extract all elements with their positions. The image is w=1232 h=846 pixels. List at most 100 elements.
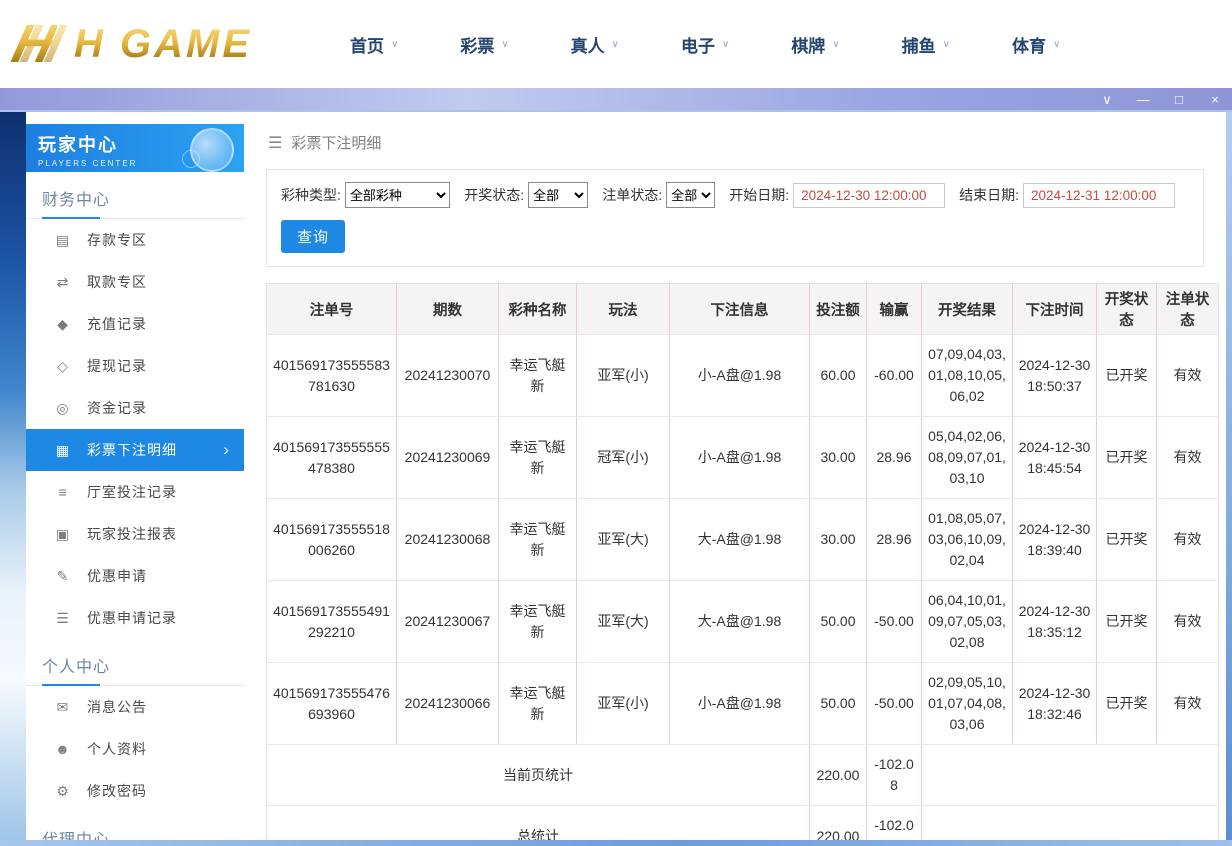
sidebar-item-promo-apply[interactable]: ✎优惠申请 [26,555,244,597]
sidebar-item-promo-apply-record[interactable]: ☰优惠申请记录 [26,597,244,639]
cell-bet-info: 小-A盘@1.98 [670,663,810,745]
order-status-select[interactable]: 全部 [666,182,715,208]
cell-draw-status: 已开奖 [1097,499,1157,581]
cell-draw-result: 01,08,05,07,03,06,10,09,02,04 [922,499,1013,581]
logo[interactable]: H H H GAME [14,17,306,71]
funds-record-icon: ◎ [54,400,72,417]
sidebar-item-label: 个人资料 [87,739,147,759]
main-nav: 首页∨彩票∨真人∨电子∨棋牌∨捕鱼∨体育∨ [350,32,1122,57]
chevron-right-icon: › [223,440,230,460]
player-bet-report-icon: ▣ [54,526,72,543]
end-date-input[interactable] [1023,183,1175,208]
summary-win-loss: -102.08 [867,745,922,806]
cell-draw-status: 已开奖 [1097,335,1157,417]
nav-item-board[interactable]: 棋牌 ∨ [791,32,839,57]
lottery-type-select[interactable]: 全部彩种 [345,182,450,208]
menu-toggle-icon[interactable]: ☰ [268,133,282,153]
section-title-finance: 财务中心 [26,172,244,219]
cell-lottery-name: 幸运飞艇新 [499,663,577,745]
col-header-bet-time: 下注时间 [1013,284,1097,335]
person-icon: ☻ [54,741,72,757]
sidebar-item-label: 彩票下注明细 [87,440,177,460]
cell-bet-time: 2024-12-30 18:35:12 [1013,581,1097,663]
gear-icon: ⚙ [54,783,72,800]
promo-apply-record-icon: ☰ [54,610,72,627]
cell-period: 20241230068 [397,499,499,581]
nav-item-sports[interactable]: 体育∨ [1012,32,1060,57]
cell-win-loss: 28.96 [867,499,922,581]
sidebar-item-label: 玩家投注报表 [87,524,177,544]
lottery-bet-detail-icon: ▦ [54,442,72,459]
cell-bet-info: 大-A盘@1.98 [670,499,810,581]
nav-item-label: 首页 [350,32,384,57]
col-header-draw-status: 开奖状态 [1097,284,1157,335]
start-date-input[interactable] [793,183,945,208]
chevron-down-icon: ∨ [612,39,619,50]
chevron-down-icon: ∨ [943,39,950,50]
cell-play: 亚军(小) [577,335,670,417]
sidebar-item-funds-record[interactable]: ◎ 资金记录 [26,387,244,429]
order-status-label: 注单状态: [602,185,662,205]
sidebar-item-label: 资金记录 [87,398,147,418]
cell-bet-amount: 60.00 [810,335,867,417]
cell-order-status: 有效 [1157,417,1219,499]
cell-draw-result: 07,09,04,03,01,08,10,05,06,02 [922,335,1013,417]
nav-item-electronic[interactable]: 电子∨ [681,32,729,57]
cell-draw-status: 已开奖 [1097,663,1157,745]
chevron-down-icon: ∨ [832,39,839,50]
sidebar-item-profile[interactable]: ☻ 个人资料 [26,728,244,770]
cell-draw-result: 05,04,02,06,08,09,07,01,03,10 [922,417,1013,499]
hall-bet-record-icon: ≡ [54,484,72,500]
sidebar-item-label: 取款专区 [87,272,147,292]
end-date-label: 结束日期: [959,185,1019,205]
nav-item-lottery[interactable]: 彩票∨ [460,32,508,57]
cell-bet-info: 小-A盘@1.98 [670,417,810,499]
sidebar-item-announcements[interactable]: ✉消息公告 [26,686,244,728]
window-bottom-border [0,840,1232,846]
cell-order-status: 有效 [1157,581,1219,663]
nav-item-home[interactable]: 首页 ∨ [350,32,398,57]
window-collapse-icon[interactable]: ∨ [1100,93,1114,106]
promo-apply-icon: ✎ [54,568,72,585]
nav-item-live[interactable]: 真人 ∨ [571,32,619,57]
summary-empty [922,745,1219,806]
sidebar-item-deposit[interactable]: ▤存款专区 [26,219,244,261]
window-minimize-icon[interactable]: — [1136,93,1150,106]
sidebar-item-recharge-record[interactable]: ◆充值记录 [26,303,244,345]
announcement-icon: ✉ [54,699,72,716]
summary-bet-amount: 220.00 [810,806,867,841]
chevron-down-icon: ∨ [501,39,508,50]
summary-label: 当前页统计 [267,745,810,806]
col-header-draw-result: 开奖结果 [922,284,1013,335]
nav-item-label: 棋牌 [791,32,825,57]
deposit-icon: ▤ [54,232,72,249]
sidebar-item-withdraw[interactable]: ⇄取款专区 [26,261,244,303]
nav-item-fishing[interactable]: 捕鱼∨ [902,32,950,57]
cell-order-no: 401569173555518006260 [267,499,397,581]
summary-label: 总统计 [267,806,810,841]
window-close-icon[interactable]: × [1208,93,1222,106]
cell-play: 亚军(小) [577,663,670,745]
cell-bet-amount: 30.00 [810,499,867,581]
sidebar-item-withdraw-record[interactable]: ◇提现记录 [26,345,244,387]
chevron-down-icon: ∨ [391,39,398,50]
cell-bet-time: 2024-12-30 18:50:37 [1013,335,1097,417]
search-button[interactable]: 查询 [281,220,345,253]
bets-table: 注单号期数彩种名称玩法下注信息投注额输赢开奖结果下注时间开奖状态注单状态 401… [266,283,1219,840]
cell-draw-result: 06,04,10,01,09,07,05,03,02,08 [922,581,1013,663]
draw-status-select[interactable]: 全部 [528,182,588,208]
lottery-type-label: 彩种类型: [281,185,341,205]
main-content: ☰ 彩票下注明细 彩种类型: 全部彩种 开奖状态: 全部 注单状态: 全部 开始… [244,112,1226,840]
table-row: 40156917355551800626020241230068幸运飞艇新亚军(… [267,499,1219,581]
cell-period: 20241230069 [397,417,499,499]
withdraw-record-icon: ◇ [54,358,72,375]
col-header-win-loss: 输赢 [867,284,922,335]
sidebar-item-lottery-bet-detail[interactable]: ▦ 彩票下注明细 › [26,429,244,471]
sidebar-item-change-password[interactable]: ⚙修改密码 [26,770,244,812]
sidebar-item-player-bet-report[interactable]: ▣ 玩家投注报表 [26,513,244,555]
app-frame: 玩家中心 PLAYERS CENTER 财务中心▤存款专区⇄取款专区◆充值记录◇… [0,110,1232,840]
nav-item-label: 真人 [571,32,605,57]
window-maximize-icon[interactable]: □ [1172,93,1186,106]
sidebar-menu: 财务中心▤存款专区⇄取款专区◆充值记录◇提现记录 ◎ 资金记录 ▦ 彩票下注明细 › ≡厅室… [26,172,244,840]
sidebar-item-hall-bet-record[interactable]: ≡厅室投注记录 [26,471,244,513]
